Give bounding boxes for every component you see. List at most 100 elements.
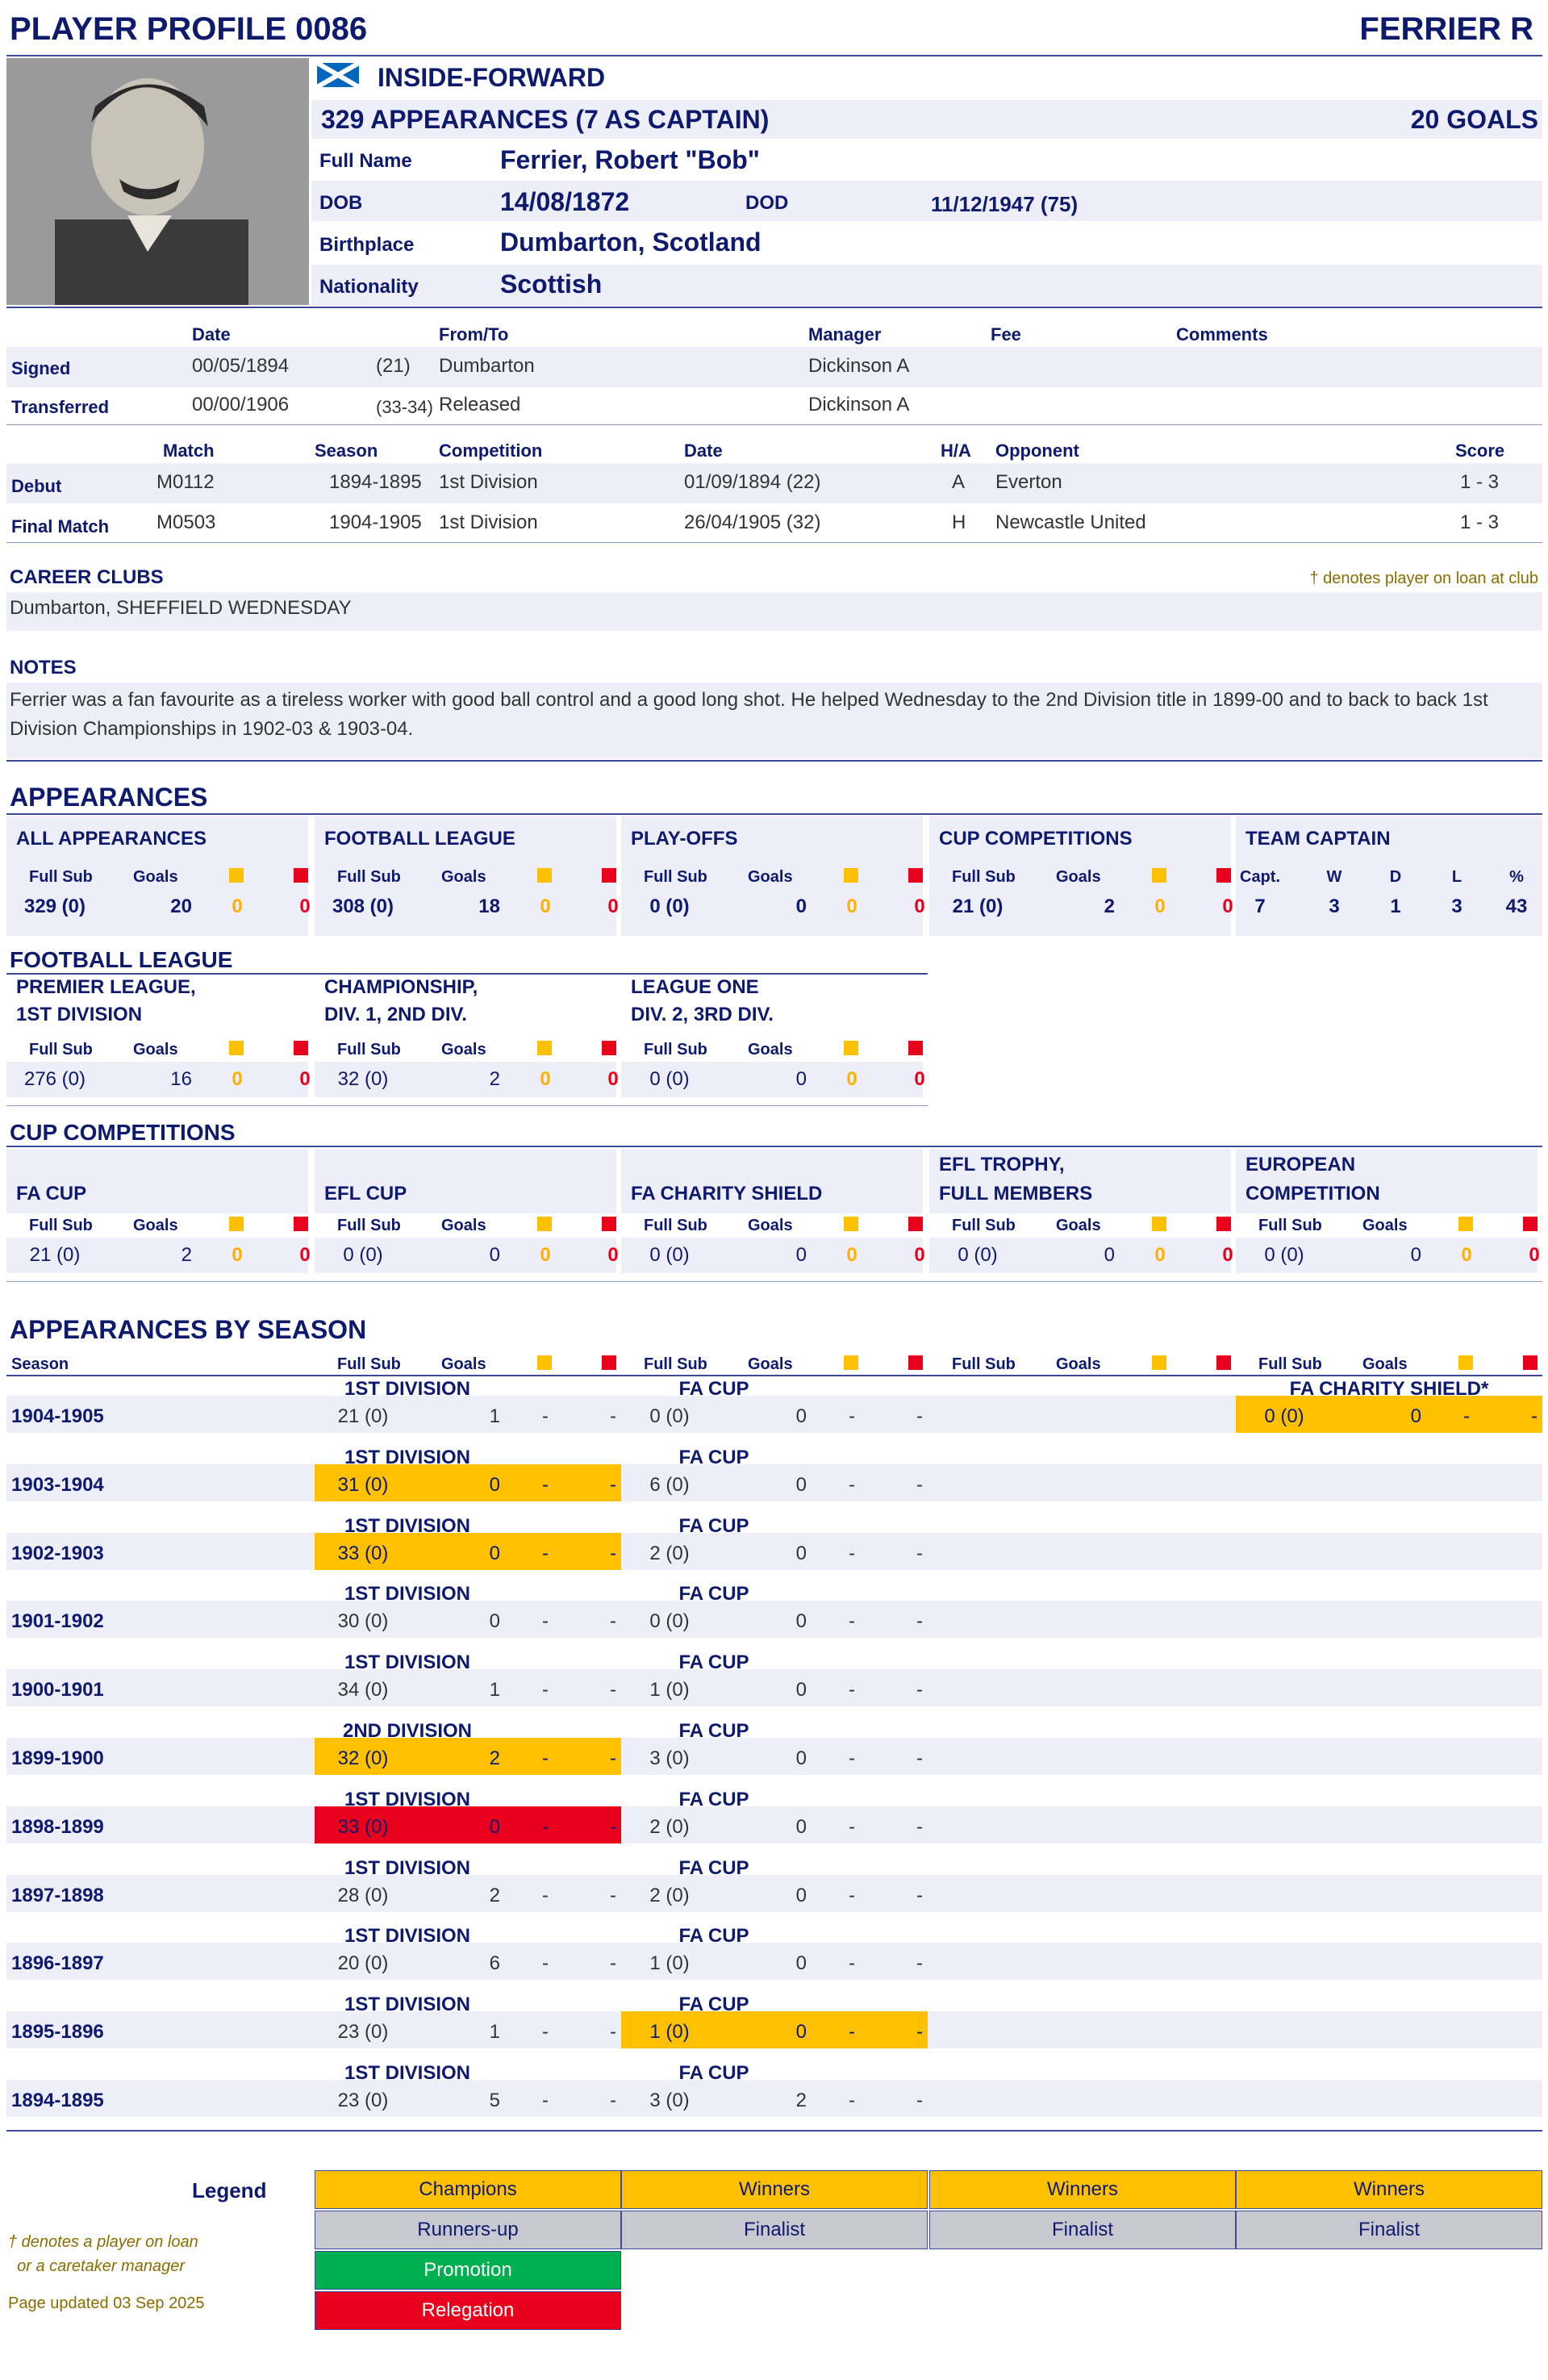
season-apps: 32 (0) [337,1747,389,1769]
fullsub-header: Full Sub [29,1041,93,1058]
goals-value: 2 [1104,896,1115,917]
full-name-value: Ferrier, Robert "Bob" [500,145,760,174]
legend-winners: Winners [929,2170,1236,2209]
match-header-score: Score [1455,441,1505,461]
fullsub-header: Full Sub [952,868,1016,886]
league-block-title: CHAMPIONSHIP, [324,976,478,998]
season-goals: 0 [795,1815,807,1838]
yellow-card-icon [844,1217,858,1231]
season-competition-label: 1ST DIVISION [344,1925,471,1948]
season-label: 1899-1900 [11,1747,104,1769]
yellow-value: 0 [540,1244,551,1266]
transfer-header-fee: Fee [991,324,1021,344]
fullsub-header: Full Sub [644,1217,707,1234]
season-yellow: - [849,1884,855,1906]
debut-match-id[interactable]: M0112 [156,471,215,494]
legend-finalist: Finalist [929,2211,1236,2249]
career-clubs-title: CAREER CLUBS [10,566,164,588]
goals-header: Goals [441,1217,486,1234]
yellow-card-icon [537,1355,552,1370]
season-goals: 0 [795,2021,807,2044]
cup-competitions-title: CUP COMPETITIONS [10,1120,236,1145]
season-competition-label: 1ST DIVISION [344,1583,471,1605]
debut-score: 1 - 3 [1460,471,1500,493]
red-card-icon [294,868,308,883]
season-goals: 6 [489,1952,500,1975]
dod-label: DOD [745,192,789,214]
dob-label: DOB [319,192,363,214]
red-card-icon [1523,1217,1538,1231]
season-competition-label: 1ST DIVISION [344,1788,471,1810]
fullsub-header: Full Sub [644,1041,707,1058]
season-competition-label: FA CUP [678,1514,749,1537]
goals-value: 2 [181,1244,192,1266]
captain-value: 7 [1254,896,1266,917]
transfer-header-manager: Manager [808,324,882,344]
season-yellow: - [849,1542,855,1564]
debut-competition: 1st Division [439,471,538,493]
season-yellow: - [542,1542,549,1564]
apps-value: 0 (0) [649,896,690,917]
transferred-age: (33-34) [376,397,433,417]
yellow-card-icon [844,1041,858,1055]
apps-value: 329 (0) [23,896,86,917]
yellow-value: 0 [1154,896,1166,917]
transfer-header-comments: Comments [1176,324,1268,344]
player-position: INSIDE-FORWARD [378,63,606,92]
captain-value: 3 [1329,896,1340,917]
transfer-header-date: Date [192,324,231,344]
season-fullsub-header: Full Sub [1258,1355,1322,1373]
yellow-value: 0 [846,896,857,917]
final-match-id[interactable]: M0503 [156,511,215,534]
yellow-card-icon [229,868,244,883]
season-apps: 1 (0) [649,2021,690,2044]
red-card-icon [602,1217,616,1231]
season-fullsub-header: Full Sub [337,1355,401,1373]
captain-header: Capt. [1240,868,1280,886]
yellow-value: 0 [232,1244,243,1266]
season-red: - [916,1747,923,1769]
goals-value: 0 [795,896,807,917]
transferred-manager: Dickinson A [808,394,910,415]
notes-title: NOTES [10,657,77,679]
dod-value: 11/12/1947 (75) [931,192,1079,216]
season-goals: 0 [489,1542,500,1564]
season-apps: 33 (0) [337,1815,389,1838]
legend-finalist: Finalist [621,2211,928,2249]
season-competition-label: 1ST DIVISION [344,1514,471,1537]
season-goals: 0 [489,1473,500,1496]
yellow-value: 0 [846,1068,857,1090]
player-photo [6,58,309,305]
match-header-date: Date [684,441,723,461]
season-apps: 33 (0) [337,1542,389,1564]
apps-value: 0 (0) [649,1244,690,1266]
season-yellow: - [849,2090,855,2111]
season-red: - [1531,1405,1538,1427]
league-block-subtitle: DIV. 1, 2ND DIV. [324,1004,467,1025]
season-goals: 0 [795,1952,807,1975]
goals-value: 16 [170,1068,192,1090]
season-apps: 28 (0) [337,1884,389,1906]
season-yellow: - [849,1473,855,1496]
full-name-label: Full Name [319,150,412,172]
red-card-icon [908,868,923,883]
season-goals: 0 [489,1610,500,1633]
goals-value: 0 [1410,1244,1421,1266]
red-value: 0 [1529,1244,1540,1266]
season-apps: 23 (0) [337,2090,389,2111]
goals-value: 2 [489,1068,500,1090]
goals-value: 0 [489,1244,500,1266]
season-goals: 2 [795,2090,807,2111]
season-goals: 5 [489,2090,500,2111]
season-yellow: - [849,1679,855,1701]
season-fullsub-header: Full Sub [952,1355,1016,1373]
league-block-title: PREMIER LEAGUE, [16,976,196,998]
appearances-title: APPEARANCES [10,783,208,812]
yellow-card-icon [229,1217,244,1231]
yellow-value: 0 [1154,1244,1166,1266]
season-apps: 3 (0) [649,1747,690,1769]
goals-header: Goals [441,868,486,886]
cup-block-subtitle: FA CHARITY SHIELD [631,1183,823,1205]
yellow-value: 0 [1461,1244,1472,1266]
season-competition-label: 1ST DIVISION [344,1856,471,1879]
